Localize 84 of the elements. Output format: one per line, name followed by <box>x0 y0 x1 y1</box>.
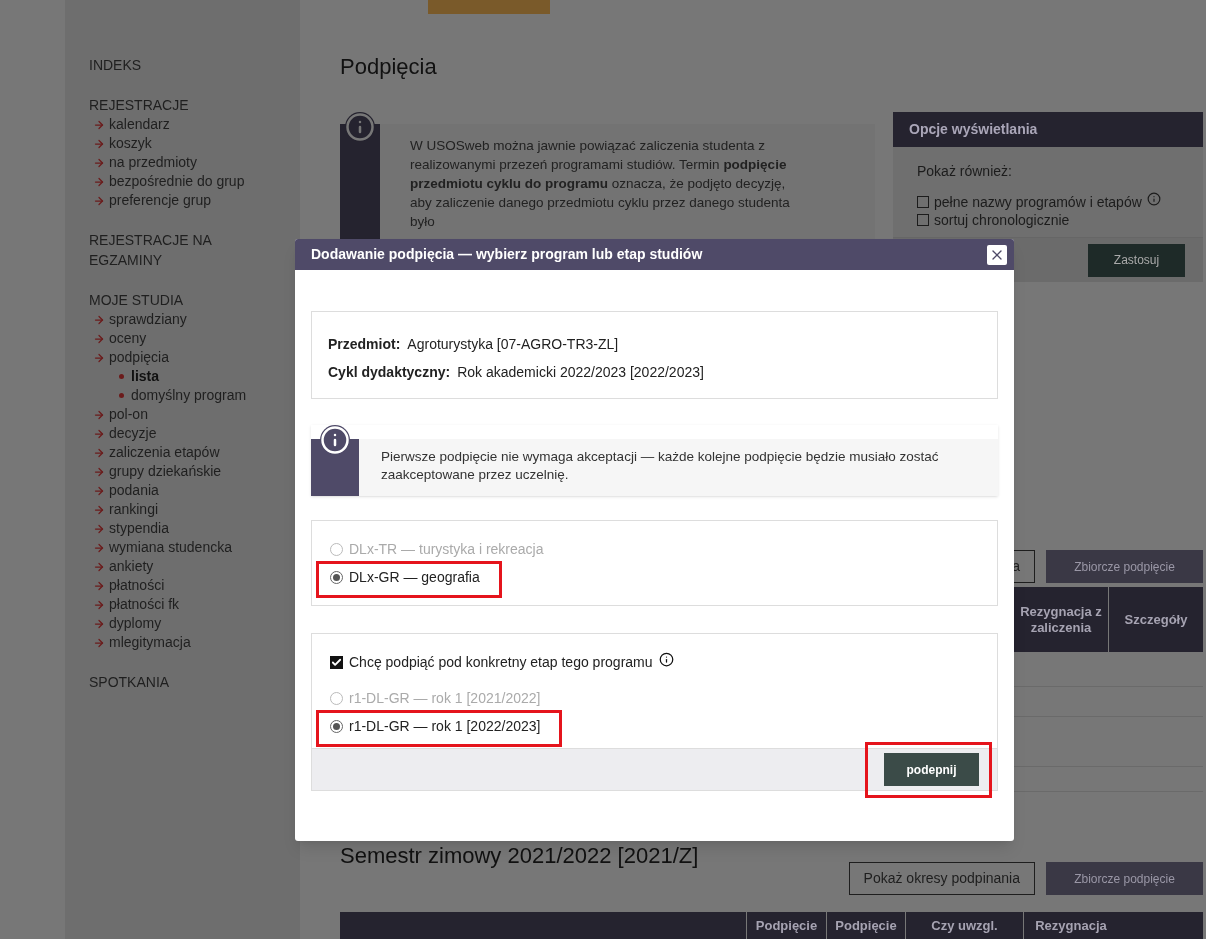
sidebar-link[interactable]: domyślny program <box>131 386 247 405</box>
checkbox-label: sortuj chronologicznie <box>934 211 1070 229</box>
radio-label: DLx-GR — geografia <box>349 567 480 587</box>
sidebar-link[interactable]: decyzje <box>109 424 157 443</box>
sidebar-link[interactable]: oceny <box>109 329 147 348</box>
arrow-icon <box>93 617 105 630</box>
arrow-icon <box>93 636 105 649</box>
arrow-icon <box>93 118 105 131</box>
sidebar-link[interactable]: na przedmioty <box>109 153 197 172</box>
detail-value: Rok akademicki 2022/2023 [2022/2023] <box>457 363 704 382</box>
arrow-icon <box>93 560 105 573</box>
sidebar-link[interactable]: płatności <box>109 576 165 595</box>
sidebar-link[interactable]: płatności fk <box>109 595 180 614</box>
sidebar-heading[interactable]: INDEKS <box>89 55 229 75</box>
sidebar-link[interactable]: rankingi <box>109 500 159 519</box>
arrow-icon <box>93 446 105 459</box>
column-header: Szczegóły <box>1108 587 1203 652</box>
bullet-icon <box>119 393 124 398</box>
arrow-icon <box>93 579 105 592</box>
sidebar-link[interactable]: kalendarz <box>109 115 170 134</box>
column-header: Czy uwzgl. <box>905 912 1023 939</box>
dialog-title: Dodawanie podpięcia — wybierz program lub etap studiów <box>311 245 703 264</box>
checkbox[interactable] <box>330 655 343 669</box>
bulk-button[interactable]: Zbiorcze podpięcie <box>1046 550 1203 583</box>
info-text: W USOSweb można jawnie powiązać zaliczenia studenta z realizowanymi przezeń programami studiów. Termin podpięcie przedmiotu cyklu do programu oznacza, że podjęto decyzję, aby zaliczenie danego przedmiotu cyklu przez danego studenta było <box>410 137 791 231</box>
bulk-button[interactable]: Zbiorcze podpięcie <box>1046 862 1203 895</box>
sidebar-link[interactable]: podania <box>109 481 159 500</box>
sidebar-link[interactable]: wymiana studencka <box>109 538 232 557</box>
sidebar-heading[interactable]: REJESTRACJE <box>89 95 229 115</box>
sidebar-link[interactable]: zaliczenia etapów <box>109 443 220 462</box>
semester-heading: Semestr zimowy 2021/2022 [2021/Z] <box>340 844 699 868</box>
checkbox[interactable] <box>917 195 929 208</box>
arrow-icon <box>93 351 105 364</box>
sidebar-link[interactable]: pol-on <box>109 405 148 424</box>
sidebar-link[interactable]: koszyk <box>109 134 152 153</box>
apply-button[interactable]: Zastosuj <box>1088 243 1185 277</box>
sidebar-heading[interactable]: MOJE STUDIA <box>89 290 229 310</box>
sidebar-heading[interactable]: SPOTKANIA <box>89 672 229 692</box>
arrow-icon <box>93 175 105 188</box>
column-header: Podpięcie <box>746 912 826 939</box>
checkbox-label: Chcę podpiąć pod konkretny etap tego programu <box>349 652 653 672</box>
checkbox[interactable] <box>917 214 929 226</box>
detail-label: Przedmiot: <box>328 335 401 354</box>
sidebar-heading[interactable]: REJESTRACJE NA EGZAMINY <box>89 230 229 270</box>
bullet-icon <box>119 374 124 379</box>
sidebar-link[interactable]: podpięcia <box>109 348 169 367</box>
sidebar-link[interactable]: mlegitymacja <box>109 633 191 652</box>
arrow-icon <box>93 503 105 516</box>
arrow-icon <box>93 484 105 497</box>
arrow-icon <box>93 541 105 554</box>
close-button[interactable] <box>987 244 1007 265</box>
outline-button[interactable]: Pokaż okresy podpinania <box>848 862 1035 895</box>
sidebar-link[interactable]: ankiety <box>109 557 154 576</box>
arrow-icon <box>93 332 105 345</box>
arrow-icon <box>93 522 105 535</box>
arrow-icon <box>93 156 105 169</box>
sidebar-link[interactable]: lista <box>131 367 159 386</box>
detail-label: Cykl dydaktyczny: <box>328 363 451 382</box>
radio-label: r1-DL-GR — rok 1 [2021/2022] <box>349 688 541 708</box>
column-header: Rezygnacja <box>1023 912 1118 939</box>
arrow-icon <box>93 427 105 440</box>
arrow-icon <box>93 194 105 207</box>
radio-label: DLx-TR — turystyka i rekreacja <box>349 539 544 559</box>
radio-label: r1-DL-GR — rok 1 [2022/2023] <box>349 716 541 736</box>
info-icon <box>658 651 674 667</box>
sidebar-link[interactable]: grupy dziekańskie <box>109 462 222 481</box>
arrow-icon <box>93 313 105 326</box>
arrow-icon <box>93 598 105 611</box>
submit-button[interactable]: podepnij <box>884 753 979 786</box>
sidebar-link[interactable]: stypendia <box>109 519 169 538</box>
note-text: Pierwsze podpięcie nie wymaga akceptacji — każde kolejne podpięcie będzie musiało zostać zaakceptowane przez uczelnię. <box>381 448 940 484</box>
options-label: Pokaż również: <box>917 162 1013 181</box>
sidebar-link[interactable]: preferencje grup <box>109 191 211 210</box>
checkbox-label: pełne nazwy programów i etapów <box>934 192 1142 211</box>
sidebar-link[interactable]: sprawdziany <box>109 310 187 329</box>
sidebar-link[interactable]: dyplomy <box>109 614 162 633</box>
arrow-icon <box>93 465 105 478</box>
arrow-icon <box>93 137 105 150</box>
detail-value: Agroturystyka [07-AGRO-TR3-ZL] <box>407 335 619 354</box>
page-title: Podpięcia <box>340 53 438 81</box>
column-header: Podpięcie <box>826 912 905 939</box>
sidebar-link[interactable]: bezpośrednie do grup <box>109 172 245 191</box>
arrow-icon <box>93 408 105 421</box>
options-header: Opcje wyświetlania <box>893 112 1203 147</box>
